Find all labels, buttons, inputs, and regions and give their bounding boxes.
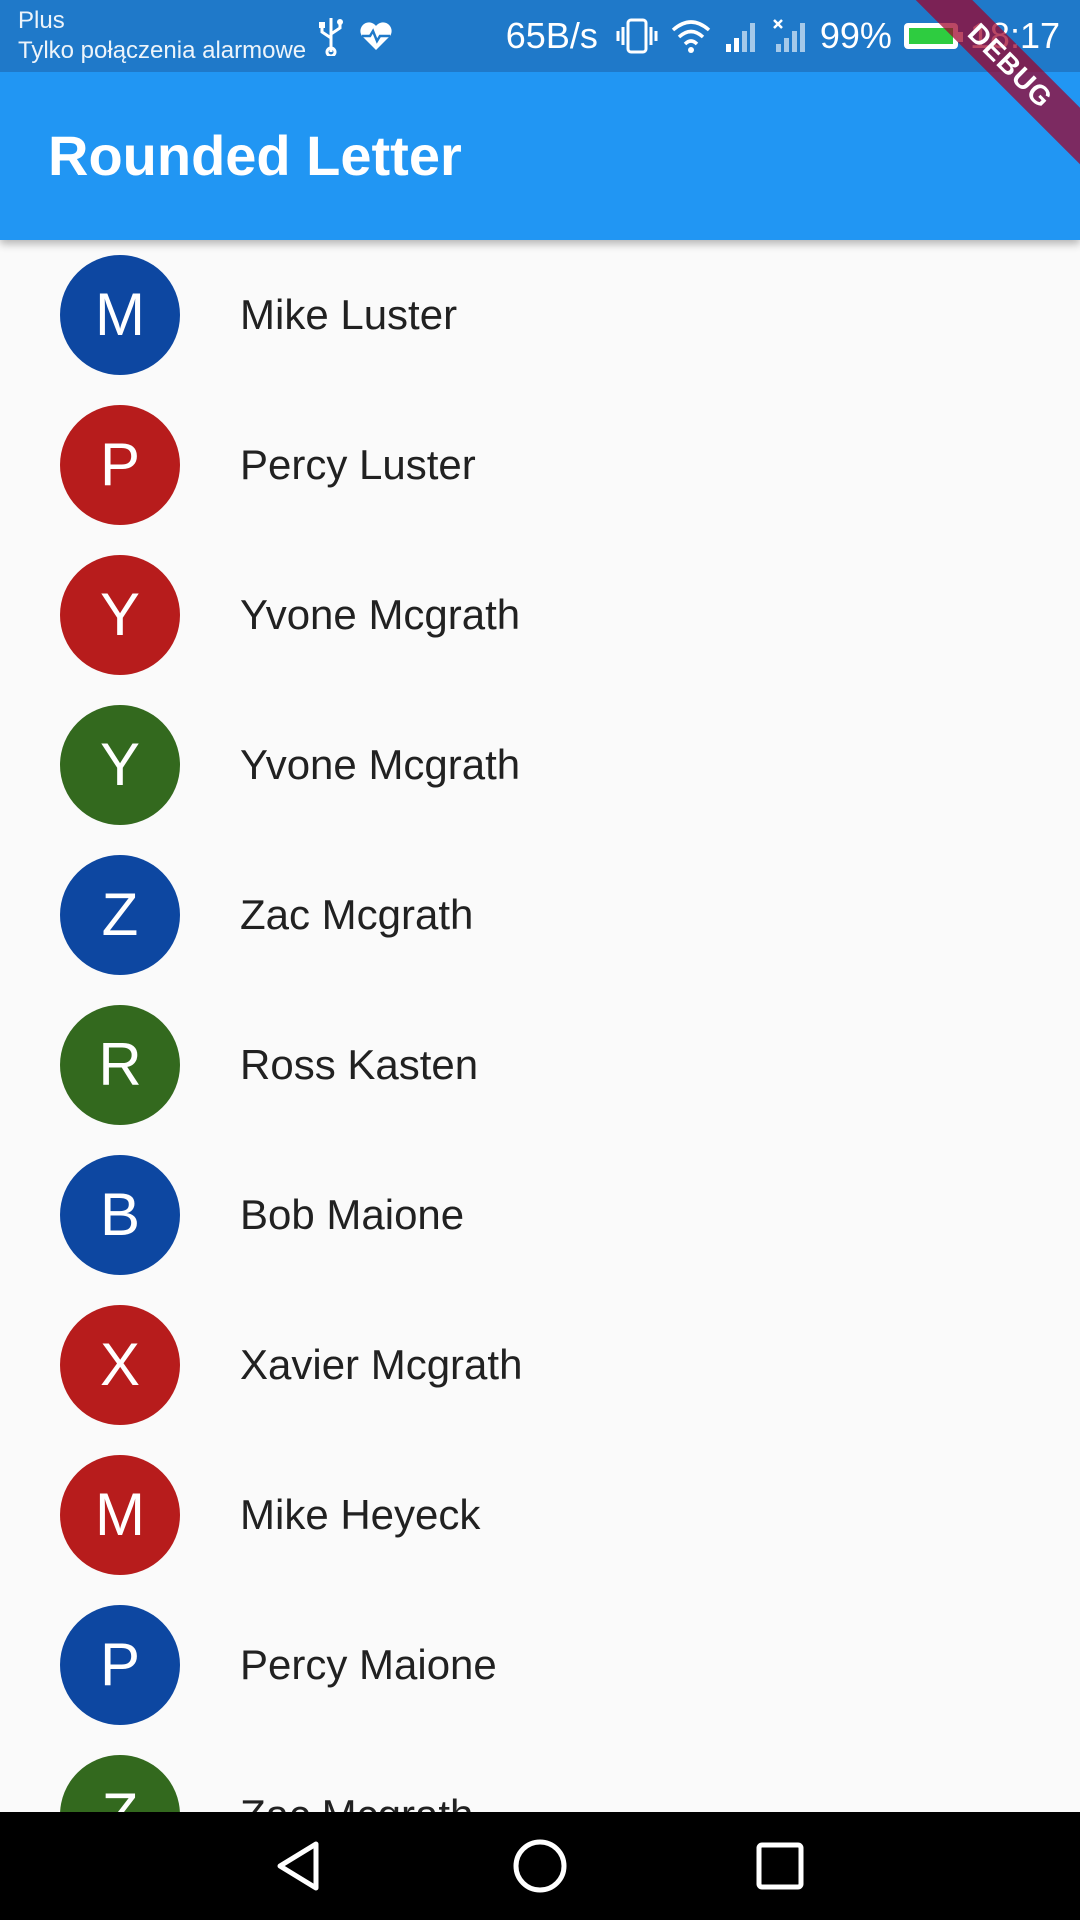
carrier-name: Plus bbox=[18, 7, 65, 34]
back-triangle-icon[interactable] bbox=[270, 1836, 330, 1896]
contact-name: Yvone Mcgrath bbox=[240, 591, 521, 638]
contact-name: Percy Maione bbox=[240, 1641, 497, 1688]
list-item[interactable]: Y Yvone Mcgrath bbox=[0, 540, 1080, 690]
home-circle-icon[interactable] bbox=[510, 1836, 570, 1896]
list-item[interactable]: R Ross Kasten bbox=[0, 990, 1080, 1140]
contact-list[interactable]: M Mike Luster P Percy Luster Y Yvone Mcgrath Y… bbox=[0, 240, 1080, 1812]
recents-square-icon[interactable] bbox=[750, 1836, 810, 1896]
contact-name: Percy Luster bbox=[240, 441, 476, 488]
contact-name: Mike Luster bbox=[240, 291, 458, 338]
battery-fill bbox=[908, 28, 953, 44]
list-item[interactable]: X Xavier Mcgrath bbox=[0, 1290, 1080, 1440]
net-speed: 65B/s bbox=[505, 15, 598, 56]
app-bar: Rounded Letter bbox=[0, 72, 1080, 240]
vibrate-icon bbox=[616, 18, 658, 54]
battery-icon bbox=[903, 23, 963, 49]
contact-name: Bob Maione bbox=[240, 1191, 465, 1238]
avatar: M bbox=[60, 255, 180, 375]
carrier-info: Plus Tylko połączenia alarmowe bbox=[18, 6, 306, 66]
list-item[interactable]: B Bob Maione bbox=[0, 1140, 1080, 1290]
carrier-status: Tylko połączenia alarmowe bbox=[18, 37, 307, 64]
list-item[interactable]: M Mike Luster bbox=[0, 240, 1080, 390]
avatar: P bbox=[60, 405, 180, 525]
list-item[interactable]: M Mike Heyeck bbox=[0, 1440, 1080, 1590]
list-item[interactable]: P Percy Maione bbox=[0, 1590, 1080, 1740]
avatar: Z bbox=[60, 1755, 180, 1812]
list-item[interactable]: Z Zac Mcgrath bbox=[0, 840, 1080, 990]
page-title: Rounded Letter bbox=[48, 124, 462, 187]
avatar: X bbox=[60, 1305, 180, 1425]
avatar: Z bbox=[60, 855, 180, 975]
contact-name: Zac Mcgrath bbox=[240, 891, 474, 938]
contact-name: Yvone Mcgrath bbox=[240, 741, 521, 788]
avatar: Y bbox=[60, 555, 180, 675]
clock: 18:17 bbox=[969, 15, 1060, 56]
avatar: B bbox=[60, 1155, 180, 1275]
contact-name: Zac Mcgrath bbox=[240, 1790, 473, 1812]
contact-name: Ross Kasten bbox=[240, 1041, 479, 1088]
contact-name: Xavier Mcgrath bbox=[240, 1341, 523, 1388]
list-item[interactable]: Y Yvone Mcgrath bbox=[0, 690, 1080, 840]
status-right: 65B/s 99% 18:17 bbox=[506, 14, 1060, 58]
list-item[interactable]: Z Zac Mcgrath bbox=[0, 1740, 1080, 1812]
list-item[interactable]: P Percy Luster bbox=[0, 390, 1080, 540]
avatar: R bbox=[60, 1005, 180, 1125]
avatar: M bbox=[60, 1455, 180, 1575]
avatar: P bbox=[60, 1605, 180, 1725]
heart-pulse-icon bbox=[360, 22, 392, 50]
contact-name: Mike Heyeck bbox=[240, 1491, 481, 1538]
status-bar: Plus Tylko połączenia alarmowe 65B/s 99%… bbox=[0, 0, 1080, 72]
battery-percent: 99% bbox=[819, 15, 892, 56]
wifi-icon bbox=[671, 20, 711, 53]
usb-icon bbox=[319, 18, 343, 56]
navigation-bar bbox=[0, 1812, 1080, 1920]
signal-icon bbox=[725, 23, 755, 52]
screen: Plus Tylko połączenia alarmowe 65B/s 99%… bbox=[0, 0, 1080, 1920]
signal-no-sim-icon bbox=[772, 19, 805, 52]
avatar: Y bbox=[60, 705, 180, 825]
notification-icons bbox=[318, 16, 394, 56]
